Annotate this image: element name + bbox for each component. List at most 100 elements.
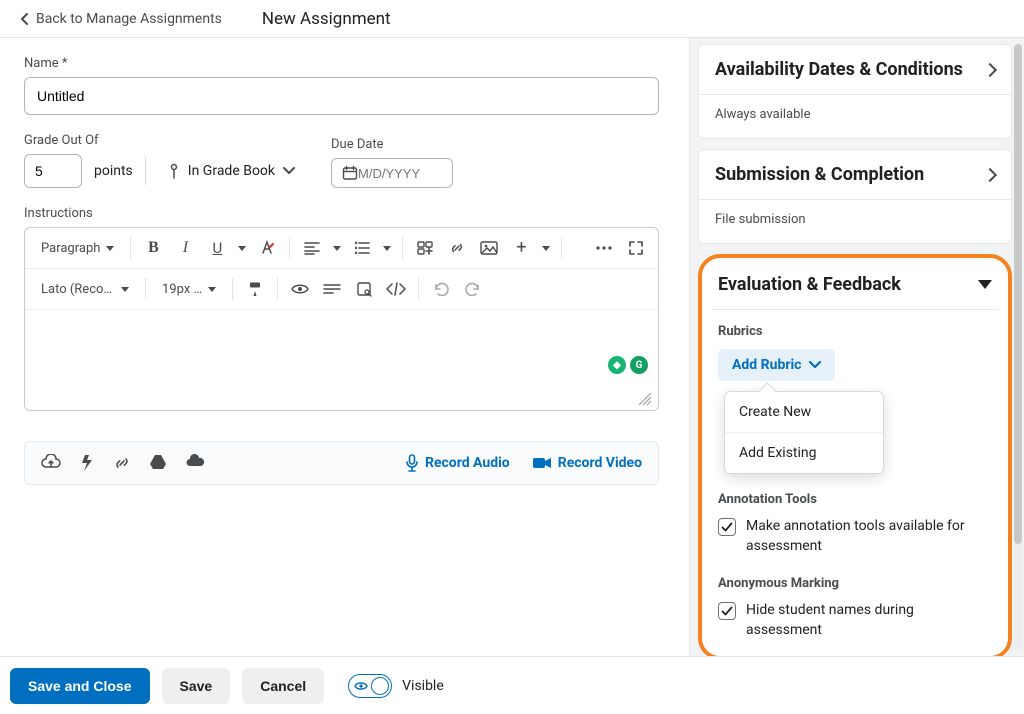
anonymous-check-label: Hide student names during assessment xyxy=(746,601,992,640)
align-left-icon xyxy=(304,241,320,255)
main-column: Name * Grade Out Of points In Grade Book xyxy=(0,38,689,656)
evaluation-header[interactable]: Evaluation & Feedback xyxy=(702,258,1008,309)
divider xyxy=(145,157,146,185)
google-drive-icon xyxy=(149,454,167,470)
google-drive-button[interactable] xyxy=(149,454,167,472)
sidebar: Availability Dates & Conditions Always a… xyxy=(689,38,1024,656)
availability-header[interactable]: Availability Dates & Conditions xyxy=(699,45,1011,94)
fullscreen-icon xyxy=(628,240,644,256)
list-more-button[interactable] xyxy=(380,234,394,262)
grade-input[interactable] xyxy=(24,154,82,188)
underline-button[interactable]: U xyxy=(203,234,231,262)
align-button[interactable] xyxy=(298,234,326,262)
grammarly-widget[interactable]: ◆ G xyxy=(608,356,648,374)
record-video-label: Record Video xyxy=(558,455,642,471)
attach-link-button[interactable] xyxy=(113,454,131,472)
word-count-icon xyxy=(323,283,341,295)
list-button[interactable] xyxy=(348,234,376,262)
add-existing-rubric-item[interactable]: Add Existing xyxy=(725,433,883,473)
separator xyxy=(130,237,131,259)
word-count-button[interactable] xyxy=(318,275,346,303)
undo-button[interactable] xyxy=(427,275,455,303)
microphone-icon xyxy=(405,454,419,472)
annotation-checkbox[interactable] xyxy=(718,518,736,536)
block-style-select[interactable]: Paragraph xyxy=(33,237,122,260)
redo-icon xyxy=(465,282,481,296)
insert-image-button[interactable] xyxy=(475,234,503,262)
source-code-button[interactable] xyxy=(382,275,410,303)
add-rubric-label: Add Rubric xyxy=(732,357,801,373)
due-date-input[interactable] xyxy=(358,166,438,181)
chevron-down-icon xyxy=(383,246,391,251)
back-to-manage-link[interactable]: Back to Manage Assignments xyxy=(20,11,222,27)
editor-body[interactable]: ◆ G xyxy=(25,310,658,410)
scrollbar-thumb[interactable] xyxy=(1014,44,1022,544)
font-family-select[interactable]: Lato (Recom… xyxy=(33,278,137,301)
footer: Save and Close Save Cancel Visible xyxy=(0,656,1024,714)
create-new-rubric-item[interactable]: Create New xyxy=(725,392,883,432)
points-label: points xyxy=(94,163,133,179)
availability-title: Availability Dates & Conditions xyxy=(715,59,963,80)
save-button[interactable]: Save xyxy=(162,668,231,704)
font-family-label: Lato (Recom… xyxy=(41,282,115,297)
link-icon xyxy=(113,454,131,472)
onedrive-button[interactable] xyxy=(185,454,205,472)
submission-title: Submission & Completion xyxy=(715,164,924,185)
fullscreen-button[interactable] xyxy=(622,234,650,262)
cancel-button[interactable]: Cancel xyxy=(242,668,324,704)
link-icon xyxy=(449,240,465,256)
record-video-button[interactable]: Record Video xyxy=(532,454,642,472)
add-rubric-button[interactable]: Add Rubric xyxy=(718,349,835,381)
evaluation-panel: Evaluation & Feedback Rubrics Add Rubric… xyxy=(698,254,1012,660)
chevron-right-icon xyxy=(983,62,997,76)
redo-button[interactable] xyxy=(459,275,487,303)
in-grade-book-dropdown[interactable]: In Grade Book xyxy=(158,157,305,185)
chevron-down-icon xyxy=(106,246,114,251)
eye-icon xyxy=(291,283,309,295)
name-input[interactable] xyxy=(24,77,659,115)
bold-button[interactable]: B xyxy=(139,234,167,262)
text-color-icon xyxy=(259,240,275,256)
block-style-label: Paragraph xyxy=(41,241,100,256)
grade-label: Grade Out Of xyxy=(24,133,305,148)
check-icon xyxy=(721,605,733,617)
save-and-close-button[interactable]: Save and Close xyxy=(10,668,150,704)
grade-scheme-icon xyxy=(168,163,180,179)
evaluation-title: Evaluation & Feedback xyxy=(718,274,901,295)
visibility-toggle[interactable] xyxy=(348,674,392,698)
availability-panel: Availability Dates & Conditions Always a… xyxy=(698,44,1012,139)
upload-file-button[interactable] xyxy=(41,454,61,472)
insert-more-dropdown[interactable] xyxy=(539,234,553,262)
grammarly-badge-icon: ◆ xyxy=(608,356,626,374)
onedrive-icon xyxy=(185,454,205,468)
underline-more-button[interactable] xyxy=(235,234,249,262)
separator xyxy=(232,278,233,300)
align-more-button[interactable] xyxy=(330,234,344,262)
resize-handle[interactable] xyxy=(638,392,652,406)
preview-button[interactable] xyxy=(350,275,378,303)
insert-stuff-button[interactable] xyxy=(411,234,439,262)
anonymous-checkbox[interactable] xyxy=(718,602,736,620)
text-color-button[interactable] xyxy=(253,234,281,262)
insert-link-button[interactable] xyxy=(443,234,471,262)
more-actions-button[interactable] xyxy=(590,234,618,262)
format-painter-button[interactable] xyxy=(241,275,269,303)
grade-book-label: In Grade Book xyxy=(188,163,275,179)
anonymous-marking-label: Anonymous Marking xyxy=(718,576,992,591)
submission-header[interactable]: Submission & Completion xyxy=(699,150,1011,199)
chevron-down-icon xyxy=(238,246,246,251)
chevron-down-icon xyxy=(542,246,550,251)
annotation-tools-label: Annotation Tools xyxy=(718,492,992,507)
separator xyxy=(289,237,290,259)
record-audio-button[interactable]: Record Audio xyxy=(405,454,510,472)
separator xyxy=(561,237,562,259)
due-date-label: Due Date xyxy=(331,137,453,152)
font-size-select[interactable]: 19px … xyxy=(154,278,224,301)
name-label: Name * xyxy=(24,56,665,71)
insert-more-button[interactable]: + xyxy=(507,234,535,262)
italic-button[interactable]: I xyxy=(171,234,199,262)
accessibility-check-button[interactable] xyxy=(286,275,314,303)
quicklink-button[interactable] xyxy=(79,454,95,472)
caret-down-icon xyxy=(978,280,992,289)
due-date-field[interactable] xyxy=(331,158,453,188)
